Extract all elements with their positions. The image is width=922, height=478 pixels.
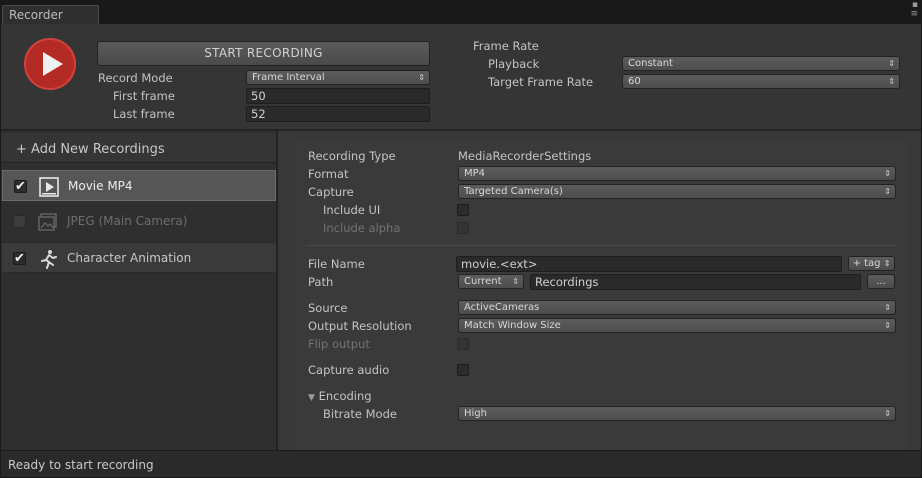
- status-bar: Ready to start recording: [0, 450, 922, 478]
- bitrate-mode-dropdown[interactable]: High ⇕: [458, 406, 896, 421]
- foldout-arrow-icon: ▼: [308, 393, 315, 403]
- browse-button[interactable]: ...: [867, 274, 895, 289]
- record-mode-dropdown[interactable]: Frame Interval ⇕: [246, 70, 430, 85]
- first-frame-label: First frame: [113, 89, 175, 103]
- dropdown-arrow-icon: ⇕: [418, 73, 425, 82]
- dropdown-arrow-icon: ⇕: [884, 303, 891, 312]
- flip-output-label: Flip output: [308, 337, 370, 351]
- dropdown-arrow-icon: ⇕: [883, 259, 891, 268]
- first-frame-field[interactable]: 50: [246, 88, 430, 104]
- tab-bar: [0, 0, 922, 24]
- flip-output-checkbox[interactable]: [457, 338, 469, 350]
- recording-type-label: Recording Type: [308, 149, 396, 163]
- add-tag-button[interactable]: + tag ⇕: [848, 256, 895, 271]
- enabled-checkbox[interactable]: ✔: [13, 252, 26, 265]
- recording-item-movie-mp4[interactable]: ✔ Movie MP4: [2, 170, 276, 201]
- include-ui-checkbox[interactable]: [457, 204, 469, 216]
- enabled-checkbox[interactable]: ✔: [14, 180, 27, 193]
- file-name-label: File Name: [308, 257, 365, 271]
- enabled-checkbox[interactable]: [13, 215, 26, 228]
- section-separator: [306, 245, 896, 246]
- movie-icon: [39, 177, 59, 197]
- capture-label: Capture: [308, 185, 354, 199]
- record-button[interactable]: [24, 38, 76, 90]
- playback-dropdown[interactable]: Constant ⇕: [622, 56, 900, 71]
- format-label: Format: [308, 167, 349, 181]
- add-new-recordings-button[interactable]: + Add New Recordings: [0, 133, 276, 163]
- dropdown-arrow-icon: ⇕: [888, 77, 895, 86]
- path-field[interactable]: Recordings: [530, 274, 861, 290]
- capture-audio-checkbox[interactable]: [457, 364, 469, 376]
- status-text: Ready to start recording: [8, 458, 154, 472]
- output-resolution-label: Output Resolution: [308, 319, 412, 333]
- target-frame-rate-label: Target Frame Rate: [488, 75, 594, 89]
- frame-rate-label: Frame Rate: [473, 39, 539, 53]
- recording-item-jpeg-main-camera[interactable]: JPEG (Main Camera): [2, 206, 276, 237]
- source-dropdown[interactable]: ActiveCameras ⇕: [458, 300, 896, 315]
- play-icon: [43, 52, 63, 76]
- running-man-icon: [41, 250, 57, 269]
- dropdown-arrow-icon: ⇕: [884, 187, 891, 196]
- dropdown-arrow-icon: ⇕: [884, 321, 891, 330]
- dropdown-arrow-icon: ⇕: [884, 169, 891, 178]
- recording-type-value: MediaRecorderSettings: [458, 149, 592, 163]
- menu-icon[interactable]: ▪ ≡: [902, 1, 918, 21]
- recording-item-label: Movie MP4: [68, 179, 133, 193]
- record-mode-label: Record Mode: [98, 71, 173, 85]
- image-icon: [38, 213, 57, 231]
- capture-dropdown[interactable]: Targeted Camera(s) ⇕: [458, 184, 896, 199]
- recording-item-label: Character Animation: [67, 251, 192, 265]
- include-alpha-label: Include alpha: [323, 221, 401, 235]
- dropdown-arrow-icon: ⇕: [888, 59, 895, 68]
- playback-label: Playback: [488, 57, 540, 71]
- target-frame-rate-dropdown[interactable]: 60 ⇕: [622, 74, 900, 89]
- start-recording-button[interactable]: START RECORDING: [97, 41, 430, 66]
- last-frame-field[interactable]: 52: [246, 106, 430, 122]
- source-label: Source: [308, 301, 348, 315]
- path-mode-dropdown[interactable]: Current ⇕: [458, 274, 524, 289]
- dropdown-arrow-icon: ⇕: [512, 277, 519, 286]
- tab-recorder[interactable]: Recorder: [2, 5, 99, 24]
- file-name-field[interactable]: movie.<ext>: [456, 256, 842, 272]
- include-ui-label: Include UI: [323, 203, 381, 217]
- encoding-foldout[interactable]: ▼ Encoding: [308, 389, 372, 403]
- recording-item-label: JPEG (Main Camera): [67, 214, 188, 228]
- output-resolution-dropdown[interactable]: Match Window Size ⇕: [458, 318, 896, 333]
- path-label: Path: [308, 275, 334, 289]
- recording-item-character-animation[interactable]: ✔ Character Animation: [2, 242, 276, 273]
- format-dropdown[interactable]: MP4 ⇕: [458, 166, 896, 181]
- dropdown-arrow-icon: ⇕: [884, 409, 891, 418]
- bitrate-mode-label: Bitrate Mode: [323, 407, 397, 421]
- capture-audio-label: Capture audio: [308, 363, 390, 377]
- last-frame-label: Last frame: [113, 107, 175, 121]
- include-alpha-checkbox[interactable]: [457, 222, 469, 234]
